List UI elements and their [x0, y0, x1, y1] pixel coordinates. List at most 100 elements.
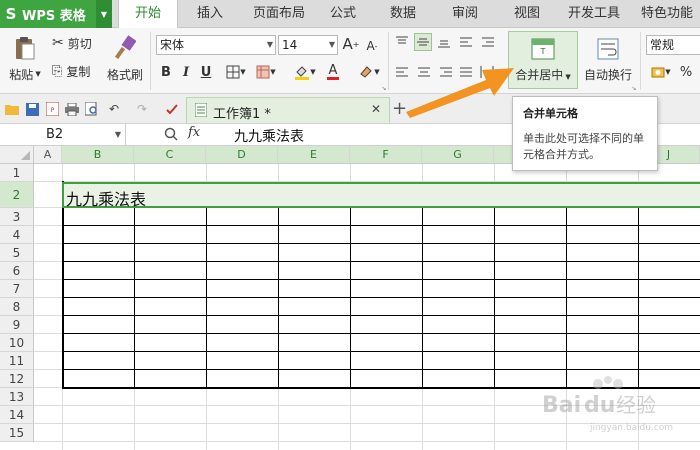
number-format-value: 常规: [650, 38, 675, 52]
wps-app-button[interactable]: S WPS 表格: [0, 0, 96, 28]
row-header[interactable]: 4: [0, 226, 34, 244]
insert-function-icon[interactable]: fx: [188, 125, 200, 140]
number-format-select[interactable]: 常规: [646, 35, 700, 55]
merged-cell-b2[interactable]: 九九乘法表: [62, 182, 700, 209]
selection-bottom-border: [62, 207, 700, 208]
tab-review[interactable]: 审阅: [442, 0, 488, 28]
cell-style-icon[interactable]: ▼: [252, 62, 280, 82]
ribbon-divider: [640, 32, 641, 90]
export-pdf-icon[interactable]: P: [44, 101, 60, 117]
row-header[interactable]: 15: [0, 424, 34, 442]
column-header[interactable]: A: [34, 146, 62, 164]
tab-data[interactable]: 数据: [380, 0, 426, 28]
font-size-select[interactable]: 14 ▼: [278, 35, 338, 55]
row-header[interactable]: 5: [0, 244, 34, 262]
workbook-tab-label: 工作簿1 *: [213, 107, 271, 122]
align-bottom-icon[interactable]: [436, 34, 452, 50]
clear-format-icon[interactable]: ▼: [356, 62, 382, 82]
merge-cells-tooltip: 合并单元格 单击此处可选择不同的单元格合并方式。: [512, 96, 658, 171]
svg-text:jingyan.baidu.com: jingyan.baidu.com: [589, 423, 673, 433]
merge-cells-icon: T: [531, 38, 555, 59]
row-header[interactable]: 11: [0, 352, 34, 370]
tab-home[interactable]: 开始: [118, 0, 178, 29]
font-dialog-launcher-icon[interactable]: ↘: [380, 84, 388, 92]
column-header[interactable]: F: [350, 146, 422, 164]
tab-page-layout[interactable]: 页面布局: [245, 0, 313, 28]
column-header[interactable]: B: [62, 146, 134, 164]
font-size-value: 14: [282, 38, 298, 52]
row-header[interactable]: 8: [0, 298, 34, 316]
tooltip-body: 单击此处可选择不同的单元格合并方式。: [523, 132, 644, 161]
print-icon[interactable]: [64, 101, 80, 117]
ribbon: 粘贴 ▼ ✂ 剪切 ⎘ 复制 格式刷 宋体 ▼ 14 ▼ A + A- B I U …: [0, 28, 700, 94]
orientation-icon[interactable]: [458, 34, 474, 50]
fill-color-icon[interactable]: ▼: [290, 62, 320, 82]
column-header[interactable]: G: [422, 146, 494, 164]
wrap-text-icon: [597, 38, 619, 59]
font-name-select[interactable]: 宋体 ▼: [156, 35, 276, 55]
borders-icon[interactable]: ▼: [222, 62, 250, 82]
formula-input[interactable]: 九九乘法表: [234, 126, 304, 146]
paste-label: 粘贴: [9, 67, 34, 82]
copy-label: 复制: [66, 64, 91, 79]
svg-text:Bai: Bai: [542, 393, 581, 418]
tab-formulas[interactable]: 公式: [320, 0, 366, 28]
row-header[interactable]: 3: [0, 208, 34, 226]
paste-icon[interactable]: [8, 32, 42, 64]
underline-button[interactable]: U: [198, 62, 214, 82]
customize-toolbar-icon[interactable]: [164, 101, 180, 117]
workbook-tab[interactable]: 工作簿1 * ✕: [186, 97, 390, 123]
app-menu-dropdown-icon[interactable]: ▼: [96, 0, 112, 28]
column-header[interactable]: D: [206, 146, 278, 164]
bold-button[interactable]: B: [158, 62, 174, 82]
cut-button[interactable]: ✂ 剪切: [52, 34, 104, 52]
wrap-indent-icon[interactable]: [480, 34, 496, 50]
row-header[interactable]: 12: [0, 370, 34, 388]
italic-button[interactable]: I: [178, 62, 194, 82]
svg-text:经验: 经验: [616, 393, 656, 417]
column-header[interactable]: C: [134, 146, 206, 164]
column-header[interactable]: E: [278, 146, 350, 164]
save-icon[interactable]: [24, 101, 40, 117]
percent-button[interactable]: %: [678, 62, 694, 82]
tab-insert[interactable]: 插入: [185, 0, 235, 28]
row-header[interactable]: 7: [0, 280, 34, 298]
open-folder-icon[interactable]: [4, 101, 20, 117]
svg-text:du: du: [584, 393, 615, 418]
name-box[interactable]: B2 ▼: [0, 124, 126, 145]
row-header[interactable]: 1: [0, 164, 34, 182]
row-header[interactable]: 9: [0, 316, 34, 334]
redo-icon[interactable]: ↷: [134, 101, 150, 117]
copy-button[interactable]: ⎘ 复制: [52, 62, 104, 80]
row-header[interactable]: 10: [0, 334, 34, 352]
name-box-dropdown-icon: ▼: [114, 130, 121, 139]
select-all-corner[interactable]: [0, 146, 34, 164]
alignment-dialog-launcher-icon[interactable]: ↘: [630, 84, 638, 92]
wps-logo-icon: S: [5, 5, 17, 23]
wrap-text-label: 自动换行: [583, 67, 632, 82]
wrap-text-button[interactable]: 自动换行: [580, 31, 636, 89]
name-box-value: B2: [46, 127, 64, 142]
increase-font-icon[interactable]: A +: [342, 34, 360, 54]
paste-button[interactable]: 粘贴 ▼: [4, 66, 46, 82]
tab-developer[interactable]: 开发工具: [562, 0, 626, 28]
row-header[interactable]: 13: [0, 388, 34, 406]
row-header[interactable]: 6: [0, 262, 34, 280]
align-top-icon[interactable]: [394, 34, 410, 50]
zoom-search-icon[interactable]: [164, 127, 178, 144]
ribbon-divider: [150, 32, 151, 90]
row-header[interactable]: 2: [0, 182, 34, 208]
font-name-value: 宋体: [160, 38, 185, 52]
align-middle-icon[interactable]: [414, 33, 432, 51]
font-color-button[interactable]: A: [318, 62, 348, 82]
tab-special-features[interactable]: 特色功能: [634, 0, 700, 28]
undo-icon[interactable]: ↶: [106, 101, 122, 117]
tab-view[interactable]: 视图: [504, 0, 550, 28]
decrease-font-icon[interactable]: A-: [363, 36, 381, 56]
close-icon[interactable]: ✕: [371, 102, 381, 116]
print-preview-icon[interactable]: [84, 101, 100, 117]
currency-icon[interactable]: ▼: [648, 62, 674, 82]
format-painter-icon[interactable]: [108, 32, 142, 64]
format-painter-button[interactable]: 格式刷: [102, 66, 148, 82]
row-header[interactable]: 14: [0, 406, 34, 424]
